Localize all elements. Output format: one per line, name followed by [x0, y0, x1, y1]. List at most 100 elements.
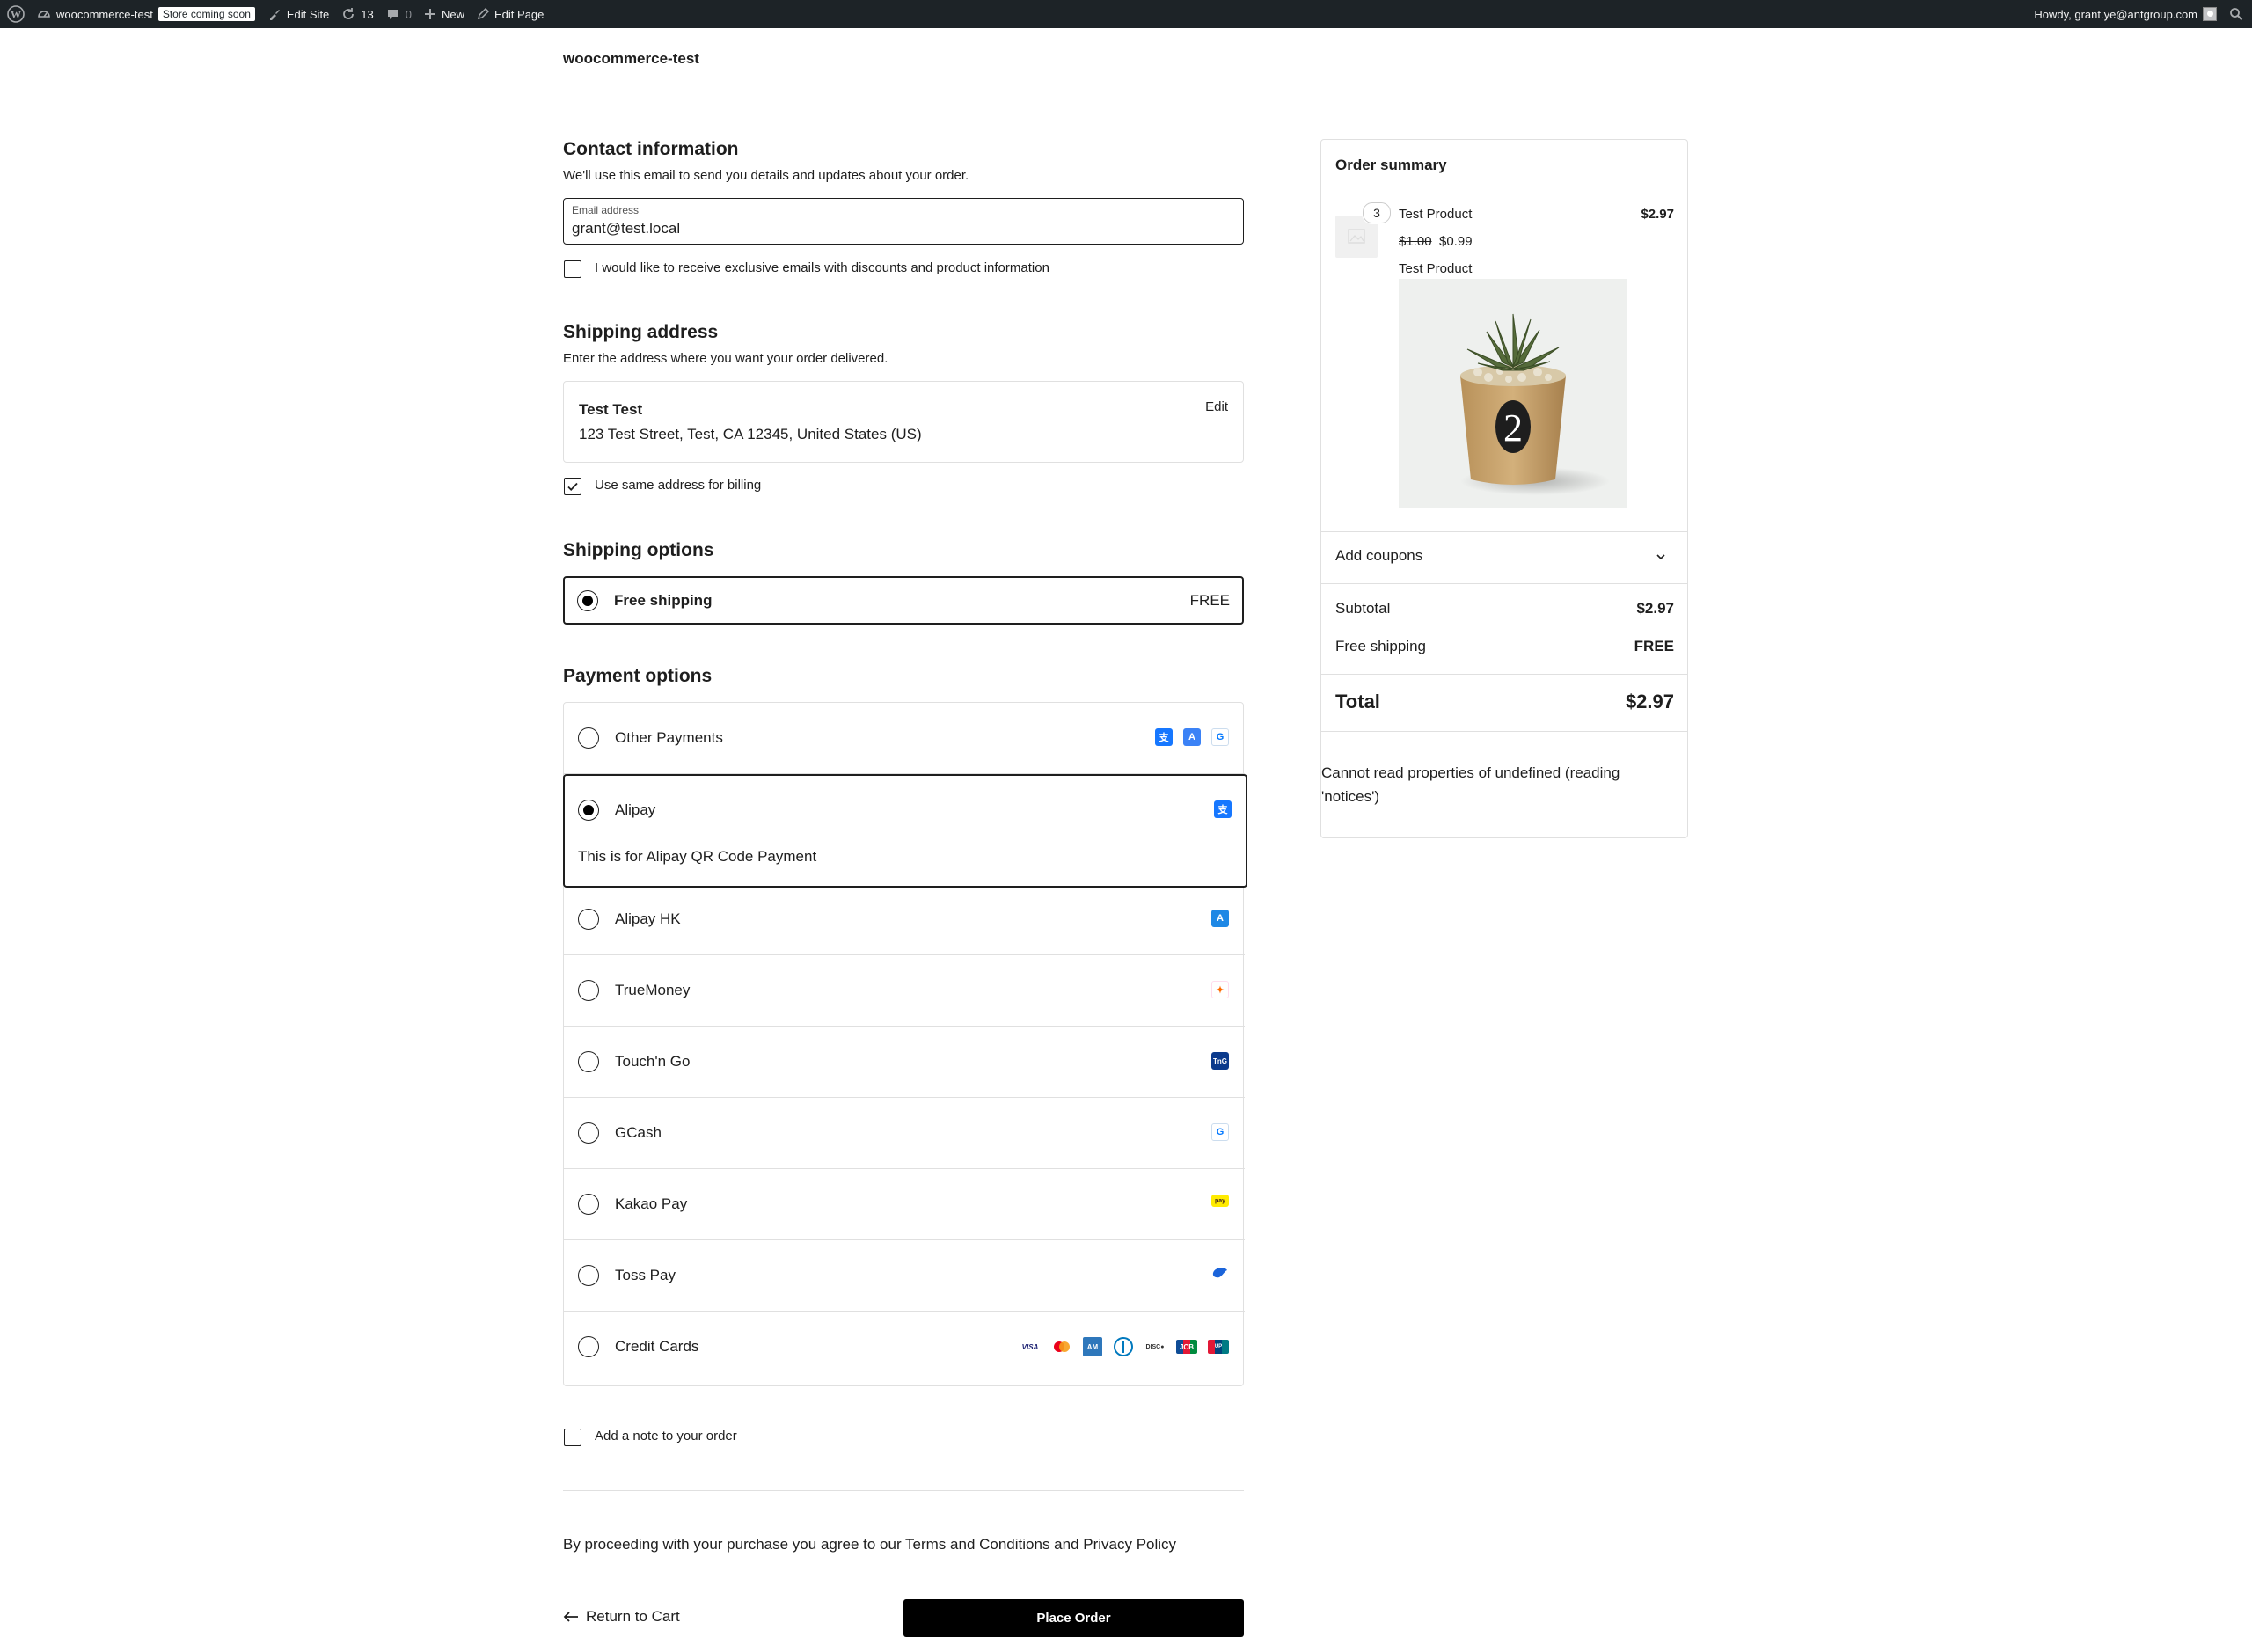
divider	[1321, 674, 1687, 675]
payment-method-name: Alipay	[615, 801, 656, 818]
same-billing-label: Use same address for billing	[595, 478, 762, 493]
dashboard-icon	[38, 11, 50, 18]
shipping-line-label: Free shipping	[1335, 638, 1427, 654]
payment-method-alipay[interactable]: Alipay 支 This is for Alipay QR Code Paym…	[563, 774, 1247, 888]
error-notice: Cannot read properties of undefined (rea…	[1321, 764, 1620, 805]
account-menu[interactable]: Howdy, grant.ye@antgroup.com	[2028, 0, 2223, 28]
gcash-icon: G	[1211, 728, 1229, 746]
payment-radio-alipay-hk[interactable]	[578, 909, 599, 930]
free-shipping-radio[interactable]	[577, 590, 598, 611]
marketing-optin-checkbox[interactable]	[564, 260, 581, 278]
alipay-description: This is for Alipay QR Code Payment	[578, 848, 817, 865]
product-sale-price: $0.99	[1439, 234, 1473, 249]
comment-icon	[387, 10, 398, 19]
shipping-address-description: Enter the address where you want your or…	[563, 351, 888, 366]
add-coupons-toggle[interactable]: Add coupons	[1335, 547, 1422, 565]
site-title[interactable]: woocommerce-test	[563, 50, 699, 68]
free-shipping-option[interactable]: Free shipping FREE	[563, 576, 1244, 625]
shipping-address-card: Test Test 123 Test Street, Test, CA 1234…	[563, 381, 1244, 463]
payment-methods-list: Other Payments 支 A G Alipay 支 This is fo…	[563, 702, 1247, 1386]
payment-method-touchngo[interactable]: Touch'n Go TnG	[564, 1027, 1245, 1098]
subtotal-value: $2.97	[1636, 600, 1674, 617]
payment-method-truemoney[interactable]: TrueMoney ✦	[564, 955, 1245, 1027]
shipping-address-heading: Shipping address	[563, 322, 719, 342]
divider	[1321, 531, 1687, 532]
edit-site-link[interactable]: Edit Site	[261, 0, 335, 28]
payment-method-name: Alipay HK	[615, 910, 681, 927]
edit-page-label: Edit Page	[494, 7, 545, 21]
same-billing-checkbox[interactable]	[564, 478, 581, 495]
edit-page-link[interactable]: Edit Page	[471, 0, 550, 28]
email-field-value: grant@test.local	[572, 220, 681, 237]
wordpress-logo-icon[interactable]: W	[0, 0, 31, 28]
divider	[563, 1490, 1244, 1491]
cup-number-text: 2	[1503, 406, 1523, 450]
payment-radio-credit-cards[interactable]	[578, 1336, 599, 1357]
svg-text:W: W	[11, 9, 21, 21]
admin-site-menu[interactable]: woocommerce-test Store coming soon	[31, 0, 261, 28]
payment-radio-other[interactable]	[578, 727, 599, 749]
howdy-greeting: Howdy, grant.ye@antgroup.com	[2034, 7, 2197, 21]
payment-radio-toss-pay[interactable]	[578, 1265, 599, 1286]
checkmark-icon	[567, 482, 578, 491]
payment-radio-truemoney[interactable]	[578, 980, 599, 1001]
subtotal-label: Subtotal	[1335, 600, 1391, 617]
quantity-badge: 3	[1363, 202, 1391, 223]
comments-count: 0	[405, 7, 412, 21]
terms-text: By proceeding with your purchase you agr…	[563, 1536, 1177, 1553]
shipping-options-heading: Shipping options	[563, 540, 714, 560]
payment-method-name: Other Payments	[615, 729, 723, 746]
return-to-cart-label: Return to Cart	[586, 1608, 680, 1625]
new-content-link[interactable]: New	[418, 0, 471, 28]
store-coming-soon-badge[interactable]: Store coming soon	[157, 7, 255, 21]
new-label: New	[442, 7, 465, 21]
search-icon	[2230, 8, 2243, 21]
chevron-down-icon[interactable]	[1656, 553, 1666, 560]
updates-count: 13	[361, 7, 374, 21]
payment-radio-gcash[interactable]	[578, 1122, 599, 1144]
unionpay-icon: UP	[1208, 1340, 1229, 1354]
payment-method-other[interactable]: Other Payments 支 A G	[564, 703, 1245, 774]
payment-radio-kakao-pay[interactable]	[578, 1194, 599, 1215]
payment-method-name: GCash	[615, 1124, 662, 1141]
product-line-total: $2.97	[1641, 207, 1674, 222]
contact-description: We'll use this email to send you details…	[563, 168, 969, 183]
updates-link[interactable]: 13	[335, 0, 379, 28]
jcb-icon: JCB	[1176, 1340, 1197, 1354]
payment-method-credit-cards[interactable]: Credit Cards VISA AM DISC● JCB UP	[564, 1312, 1245, 1383]
shipping-address-text: 123 Test Street, Test, CA 12345, United …	[579, 426, 922, 442]
payment-method-name: Credit Cards	[615, 1338, 699, 1355]
product-regular-price: $1.00	[1399, 234, 1432, 249]
brush-icon	[269, 10, 280, 20]
payment-method-gcash[interactable]: GCash G	[564, 1098, 1245, 1169]
shipping-options-section: Shipping options	[563, 540, 1244, 561]
plus-icon	[425, 9, 435, 19]
updates-icon	[343, 8, 355, 19]
payment-method-kakao-pay[interactable]: Kakao Pay pay	[564, 1169, 1245, 1240]
comments-link[interactable]: 0	[380, 0, 418, 28]
free-shipping-price: FREE	[1189, 592, 1230, 609]
edit-address-link[interactable]: Edit	[1205, 399, 1228, 414]
payment-radio-alipay[interactable]	[578, 800, 599, 821]
order-note-checkbox[interactable]	[564, 1429, 581, 1446]
touchngo-icon: TnG	[1211, 1052, 1229, 1070]
shipping-name: Test Test	[579, 401, 643, 418]
product-image: 2	[1399, 279, 1627, 508]
payment-method-name: Toss Pay	[615, 1267, 676, 1283]
payment-method-toss-pay[interactable]: Toss Pay	[564, 1240, 1245, 1312]
email-field[interactable]: Email address grant@test.local	[563, 198, 1244, 245]
email-field-label: Email address	[572, 204, 640, 216]
truemoney-icon: ✦	[1211, 981, 1229, 998]
payment-method-name: TrueMoney	[615, 982, 691, 998]
edit-site-label: Edit Site	[286, 7, 330, 21]
free-shipping-name: Free shipping	[614, 592, 713, 609]
payment-method-alipay-hk[interactable]: Alipay HK A	[564, 884, 1245, 955]
discover-icon: DISC●	[1145, 1343, 1165, 1350]
product-name[interactable]: Test Product	[1399, 207, 1472, 222]
place-order-button[interactable]: Place Order	[903, 1599, 1244, 1637]
total-label: Total	[1335, 691, 1380, 713]
return-to-cart-link[interactable]: Return to Cart	[563, 1608, 680, 1626]
payment-radio-touchngo[interactable]	[578, 1051, 599, 1072]
admin-search-button[interactable]	[2223, 0, 2252, 28]
amex-icon: AM	[1083, 1337, 1102, 1356]
